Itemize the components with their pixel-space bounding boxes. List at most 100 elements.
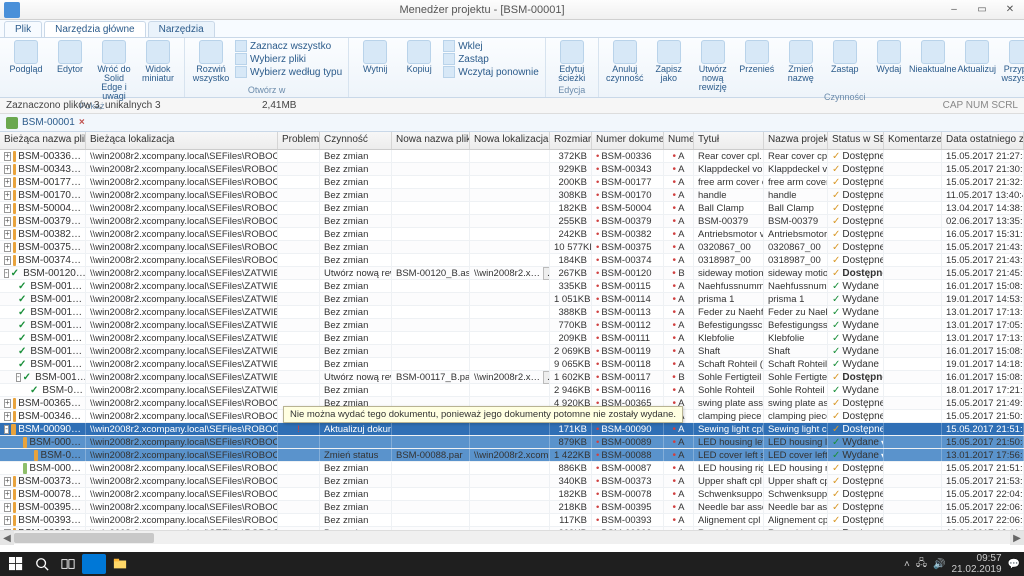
column-header[interactable]: Bieżąca lokalizacja [86, 132, 278, 149]
tree-expander[interactable]: + [4, 217, 11, 226]
tree-expander[interactable]: + [4, 490, 11, 499]
scroll-thumb[interactable] [14, 533, 154, 543]
tree-expander[interactable]: + [4, 191, 11, 200]
column-header[interactable]: Status w SE [828, 132, 884, 149]
taskbar-app-explorer[interactable] [108, 554, 132, 574]
ribbon-small-button[interactable]: Wklej [443, 40, 539, 52]
tree-expander[interactable]: + [4, 243, 11, 252]
tree-expander[interactable]: + [4, 399, 11, 408]
ribbon-button[interactable]: Aktualizuj [957, 40, 997, 74]
table-row[interactable]: ✓BSM-001…\\win2008r2.xcompany.local\SEFi… [0, 319, 1024, 332]
ribbon-small-button[interactable]: Wczytaj ponownie [443, 66, 539, 78]
ribbon-button[interactable]: Przypisz wszystkie [1001, 40, 1024, 83]
taskbar-app-3[interactable] [186, 554, 210, 574]
document-tab[interactable]: BSM-00001 × [0, 114, 1024, 132]
ribbon-button[interactable]: Podgląd [6, 40, 46, 74]
table-row[interactable]: +BSM-00336…\\win2008r2.xcompany.local\SE… [0, 150, 1024, 163]
ribbon-button[interactable]: Zastąp [825, 40, 865, 74]
tree-expander[interactable]: + [4, 165, 11, 174]
tree-expander[interactable]: + [4, 230, 11, 239]
table-row[interactable]: +BSM-00373…\\win2008r2.xcompany.local\SE… [0, 475, 1024, 488]
horizontal-scrollbar[interactable]: ◀ ▶ [0, 530, 1024, 544]
scroll-left-button[interactable]: ◀ [0, 531, 14, 545]
ribbon-button[interactable]: Wytnij [355, 40, 395, 74]
column-header[interactable]: Numer dokumentu [592, 132, 664, 149]
table-row[interactable]: +BSM-00374…\\win2008r2.xcompany.local\SE… [0, 254, 1024, 267]
browse-button[interactable]: … [543, 371, 550, 384]
taskbar-clock[interactable]: 09:57 21.02.2019 [951, 553, 1001, 575]
ribbon-button[interactable]: Nieaktualne [913, 40, 953, 74]
column-header[interactable]: Rozmiar [550, 132, 592, 149]
tree-expander[interactable]: - [4, 269, 9, 278]
ribbon-button[interactable]: Widok miniatur [138, 40, 178, 83]
column-header[interactable]: Czynność [320, 132, 392, 149]
column-header[interactable]: Komentarze [884, 132, 942, 149]
table-row[interactable]: BSM-000…\\win2008r2.xcompany.local\SEFil… [0, 462, 1024, 475]
table-row[interactable]: +BSM-00177…\\win2008r2.xcompany.local\SE… [0, 176, 1024, 189]
ribbon-small-button[interactable]: Wybierz według typu [235, 66, 342, 78]
taskbar-app-edge[interactable] [82, 554, 106, 574]
table-row[interactable]: +BSM-50004…\\win2008r2.xcompany.local\SE… [0, 202, 1024, 215]
tray-chevron-icon[interactable]: ˄ [904, 559, 910, 570]
ribbon-small-button[interactable]: Zaznacz wszystko [235, 40, 342, 52]
tree-expander[interactable]: - [4, 425, 9, 434]
taskbar-app-2[interactable] [160, 554, 184, 574]
notifications-icon[interactable]: 💬 [1008, 559, 1020, 570]
restore-button[interactable]: ▭ [968, 0, 996, 20]
tray-network-icon[interactable]: 🖧 [916, 556, 927, 573]
table-row[interactable]: +BSM-00343…\\win2008r2.xcompany.local\SE… [0, 163, 1024, 176]
start-button[interactable] [4, 554, 28, 574]
ribbon-small-button[interactable]: Zastąp [443, 53, 539, 65]
tree-expander[interactable]: + [4, 152, 11, 161]
tab-file[interactable]: Plik [4, 21, 42, 37]
table-row[interactable]: +BSM-00379…\\win2008r2.xcompany.local\SE… [0, 215, 1024, 228]
ribbon-button[interactable]: Zmień nazwę [781, 40, 821, 83]
column-header[interactable]: Problemy [278, 132, 320, 149]
table-row[interactable]: ✓BSM-001…\\win2008r2.xcompany.local\SEFi… [0, 306, 1024, 319]
ribbon-button[interactable]: Wróć do Solid Edge i uwagi [94, 40, 134, 101]
grid-body[interactable]: +BSM-00336…\\win2008r2.xcompany.local\SE… [0, 150, 1024, 530]
tree-expander[interactable]: + [4, 256, 11, 265]
scroll-right-button[interactable]: ▶ [1010, 531, 1024, 545]
tray-volume-icon[interactable]: 🔊 [933, 559, 945, 570]
task-view-icon[interactable] [56, 554, 80, 574]
tree-expander[interactable]: + [4, 412, 11, 421]
tree-expander[interactable]: + [4, 204, 11, 213]
ribbon-button[interactable]: Edytor [50, 40, 90, 74]
system-tray[interactable]: ˄ 🖧 🔊 09:57 21.02.2019 💬 [904, 553, 1020, 575]
column-header[interactable]: Nowa lokalizacja [470, 132, 550, 149]
table-row[interactable]: BSM-000…\\win2008r2.xcompany.local\SEFil… [0, 436, 1024, 449]
ribbon-button[interactable]: Anuluj czynność [605, 40, 645, 83]
column-header[interactable]: Bieżąca nazwa pliku [0, 132, 86, 149]
ribbon-button[interactable]: Utwórz nową rewizję [693, 40, 733, 92]
taskbar-app-4[interactable] [212, 554, 236, 574]
tree-expander[interactable]: + [4, 503, 11, 512]
ribbon-small-button[interactable]: Wybierz pliki [235, 53, 342, 65]
table-row[interactable]: +BSM-00395…\\win2008r2.xcompany.local\SE… [0, 501, 1024, 514]
column-header[interactable]: Nazwa projektu [764, 132, 828, 149]
ribbon-button[interactable]: Rozwiń wszystko [191, 40, 231, 83]
table-row[interactable]: BSM-0…\\win2008r2.xcompany.local\SEFiles… [0, 449, 1024, 462]
tree-expander[interactable]: + [4, 477, 11, 486]
tab-tools[interactable]: Narzędzia [148, 21, 215, 37]
table-row[interactable]: -BSM-00090…\\win2008r2.xcompany.local\SE… [0, 423, 1024, 436]
table-row[interactable]: +BSM-00382…\\win2008r2.xcompany.local\SE… [0, 228, 1024, 241]
column-header[interactable]: Nowa nazwa pliku [392, 132, 470, 149]
close-button[interactable]: ✕ [996, 0, 1024, 20]
table-row[interactable]: +BSM-00393…\\win2008r2.xcompany.local\SE… [0, 514, 1024, 527]
table-row[interactable]: ✓BSM-0…\\win2008r2.xcompany.local\SEFile… [0, 384, 1024, 397]
table-row[interactable]: -✓BSM-00120…\\win2008r2.xcompany.local\S… [0, 267, 1024, 280]
table-row[interactable]: +BSM-00375…\\win2008r2.xcompany.local\SE… [0, 241, 1024, 254]
ribbon-button[interactable]: Wydaj [869, 40, 909, 74]
tree-expander[interactable]: + [4, 178, 11, 187]
search-icon[interactable] [30, 554, 54, 574]
document-close-button[interactable]: × [79, 117, 85, 128]
table-row[interactable]: ✓BSM-001…\\win2008r2.xcompany.local\SEFi… [0, 293, 1024, 306]
column-header[interactable]: Tytuł [694, 132, 764, 149]
table-row[interactable]: ✓BSM-001…\\win2008r2.xcompany.local\SEFi… [0, 345, 1024, 358]
browse-button[interactable]: … [543, 267, 550, 280]
tree-expander[interactable]: + [4, 516, 11, 525]
table-row[interactable]: +BSM-00078…\\win2008r2.xcompany.local\SE… [0, 488, 1024, 501]
table-row[interactable]: +BSM-00170…\\win2008r2.xcompany.local\SE… [0, 189, 1024, 202]
ribbon-button[interactable]: Zapisz jako [649, 40, 689, 83]
